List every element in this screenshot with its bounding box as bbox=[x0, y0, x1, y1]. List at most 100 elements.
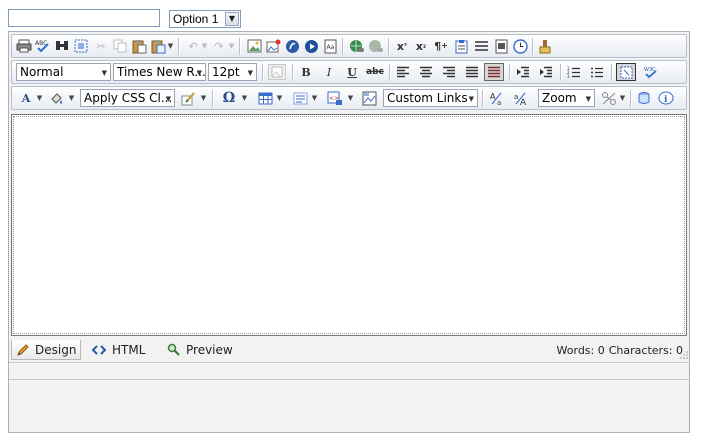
svg-text:3: 3 bbox=[567, 74, 570, 78]
flash-icon[interactable] bbox=[283, 38, 301, 54]
paragraph-style-dropdown[interactable]: Normal ▼ bbox=[16, 63, 111, 81]
tab-html-label: HTML bbox=[112, 343, 146, 357]
css-class-dropdown[interactable]: Apply CSS Cl... ▼ bbox=[80, 89, 175, 107]
format-brush-icon[interactable] bbox=[179, 90, 197, 106]
tab-preview[interactable]: Preview bbox=[167, 340, 233, 360]
foreground-color-arrow[interactable]: ▼ bbox=[36, 90, 43, 106]
word-count-stats: Words: 0 Characters: 0 bbox=[557, 344, 683, 357]
custom-links-dropdown[interactable]: Custom Links ▼ bbox=[383, 89, 478, 107]
custom-links-value: Custom Links bbox=[387, 91, 468, 105]
hyperlink-icon[interactable] bbox=[348, 38, 366, 54]
module-manager-arrow[interactable]: ▼ bbox=[619, 90, 626, 106]
characters-count: Characters: 0 bbox=[608, 344, 683, 357]
tab-html[interactable]: HTML bbox=[91, 340, 145, 360]
font-name-dropdown[interactable]: Times New R... ▼ bbox=[113, 63, 206, 81]
paste-icon[interactable] bbox=[130, 38, 148, 54]
select-all-icon[interactable] bbox=[72, 38, 90, 54]
toggle-borders-icon[interactable] bbox=[616, 63, 636, 81]
justify-none-icon[interactable] bbox=[484, 63, 504, 81]
cut-icon[interactable]: ✂ bbox=[92, 38, 110, 54]
ordered-list-icon[interactable]: 123 bbox=[565, 64, 583, 80]
justify-icon[interactable] bbox=[463, 64, 481, 80]
horizontal-rule-icon[interactable] bbox=[472, 38, 490, 54]
indent-icon[interactable] bbox=[537, 64, 555, 80]
undo-dropdown-arrow[interactable]: ▼ bbox=[201, 38, 208, 54]
media-icon[interactable] bbox=[302, 38, 320, 54]
table-arrow[interactable]: ▼ bbox=[276, 90, 283, 106]
align-right-icon[interactable] bbox=[440, 64, 458, 80]
strikethrough-icon[interactable]: abc bbox=[366, 64, 384, 80]
toolbar-row-1: ABC ✂ ▼ ↶ ▼ ↷ ▼ Aa x ² x ₂ ¶ + bbox=[11, 34, 687, 58]
chevron-down-icon: ▼ bbox=[247, 69, 253, 77]
repeat-icon[interactable] bbox=[635, 90, 653, 106]
align-left-icon[interactable] bbox=[394, 64, 412, 80]
special-chars-icon[interactable]: Ω bbox=[220, 90, 238, 106]
document-icon[interactable]: Aa bbox=[321, 38, 339, 54]
font-size-dropdown[interactable]: 12pt ▼ bbox=[208, 63, 257, 81]
underline-icon[interactable]: U bbox=[343, 64, 361, 80]
option-select[interactable]: Option 1 ▼ bbox=[169, 10, 241, 28]
special-chars-arrow[interactable]: ▼ bbox=[241, 90, 248, 106]
outdent-icon[interactable] bbox=[514, 64, 532, 80]
form-icon[interactable] bbox=[452, 38, 470, 54]
separator bbox=[239, 38, 240, 55]
image-icon[interactable] bbox=[245, 38, 263, 54]
redo-dropdown-arrow[interactable]: ▼ bbox=[228, 38, 235, 54]
separator bbox=[292, 64, 293, 81]
date-icon[interactable] bbox=[511, 38, 529, 54]
separator bbox=[178, 38, 179, 55]
font-size-value: 12pt bbox=[212, 65, 240, 79]
template-icon[interactable] bbox=[360, 90, 378, 106]
table-icon[interactable] bbox=[256, 90, 274, 106]
image-properties-icon[interactable] bbox=[268, 64, 286, 80]
insert-element-arrow[interactable]: ▼ bbox=[347, 90, 354, 106]
convert-lower-icon[interactable]: aA bbox=[512, 90, 530, 106]
image-map-icon[interactable] bbox=[264, 38, 282, 54]
italic-icon[interactable]: I bbox=[320, 64, 338, 80]
subscript-icon[interactable]: x₂ bbox=[412, 38, 430, 54]
format-brush-arrow[interactable]: ▼ bbox=[200, 90, 207, 106]
css-class-value: Apply CSS Cl... bbox=[84, 91, 173, 105]
align-center-icon[interactable] bbox=[417, 64, 435, 80]
svg-text:Aa: Aa bbox=[326, 44, 334, 51]
paragraph-format-arrow[interactable]: ▼ bbox=[311, 90, 318, 106]
status-panel bbox=[9, 363, 689, 380]
highlight-color-icon[interactable] bbox=[47, 90, 65, 106]
toolbar-row-2: Normal ▼ Times New R... ▼ 12pt ▼ B I U a… bbox=[11, 60, 687, 84]
bold-icon[interactable]: B bbox=[297, 64, 315, 80]
superscript-icon[interactable]: x² bbox=[393, 38, 411, 54]
font-name-value: Times New R... bbox=[117, 65, 206, 79]
separator bbox=[388, 38, 389, 55]
foreground-color-icon[interactable]: A bbox=[17, 90, 35, 106]
paste-special-icon[interactable] bbox=[149, 38, 167, 54]
paragraph-icon[interactable]: ¶ + bbox=[432, 38, 450, 54]
undo-icon[interactable]: ↶ bbox=[184, 38, 202, 54]
snippet-icon[interactable] bbox=[492, 38, 510, 54]
tab-design[interactable]: Design bbox=[11, 340, 82, 360]
zoom-dropdown[interactable]: Zoom ▼ bbox=[538, 89, 595, 107]
chevron-down-icon: ▼ bbox=[196, 69, 202, 77]
format-stripper-icon[interactable] bbox=[536, 38, 554, 54]
separator bbox=[630, 90, 631, 107]
convert-upper-icon[interactable]: Aa bbox=[488, 90, 506, 106]
paragraph-format-icon[interactable] bbox=[291, 90, 309, 106]
svg-text:A: A bbox=[520, 98, 527, 106]
paste-dropdown-arrow[interactable]: ▼ bbox=[167, 38, 174, 54]
print-icon[interactable] bbox=[15, 38, 33, 54]
xhtml-validator-icon[interactable]: W3C bbox=[642, 64, 660, 80]
redo-icon[interactable]: ↷ bbox=[210, 38, 228, 54]
insert-element-icon[interactable]: <> bbox=[326, 90, 344, 106]
copy-icon[interactable] bbox=[111, 38, 129, 54]
module-manager-icon[interactable] bbox=[600, 90, 618, 106]
help-icon[interactable]: i bbox=[657, 90, 675, 106]
remove-link-icon[interactable] bbox=[367, 38, 385, 54]
highlight-color-arrow[interactable]: ▼ bbox=[68, 90, 75, 106]
separator bbox=[389, 64, 390, 81]
editor-content-area[interactable] bbox=[11, 114, 687, 336]
spellcheck-icon[interactable]: ABC bbox=[34, 38, 52, 54]
find-icon[interactable] bbox=[53, 38, 71, 54]
text-input[interactable] bbox=[8, 9, 160, 27]
bullet-list-icon[interactable] bbox=[588, 64, 606, 80]
toolbar-row-3: A ▼ ▼ Apply CSS Cl... ▼ ▼ Ω ▼ ▼ ▼ <> ▼ C… bbox=[11, 86, 687, 110]
resize-grip-icon[interactable] bbox=[679, 349, 689, 359]
